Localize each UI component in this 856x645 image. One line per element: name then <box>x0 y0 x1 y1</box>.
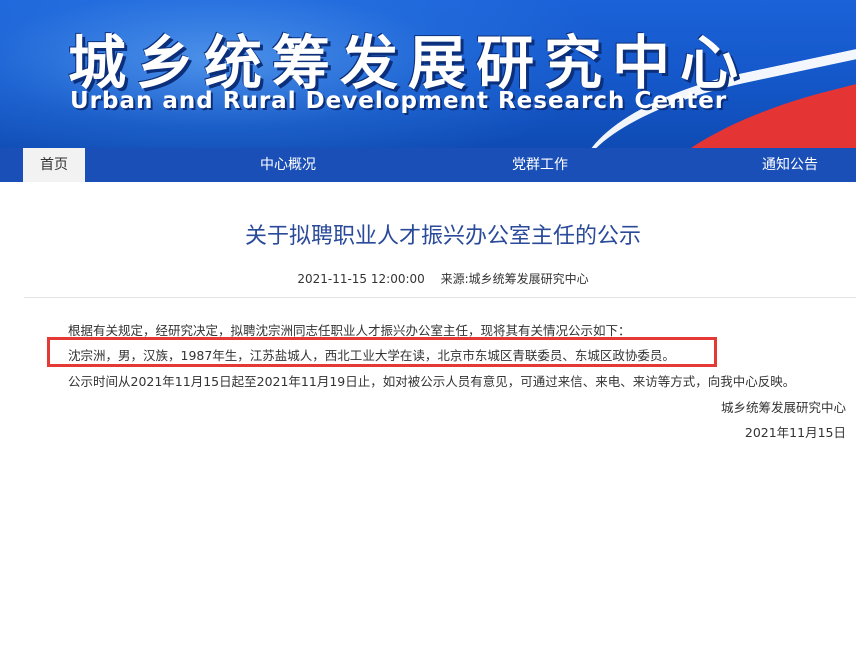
main-nav: 首页 中心概况 党群工作 通知公告 <box>0 148 856 182</box>
header-banner: 城乡统筹发展研究中心 Urban and Rural Development R… <box>0 0 856 148</box>
nav-item-about[interactable]: 中心概况 <box>238 148 338 182</box>
nav-item-notices[interactable]: 通知公告 <box>740 148 840 182</box>
sign-date: 2021年11月15日 <box>744 425 846 440</box>
article-meta: 2021-11-15 12:00:00 来源:城乡统筹发展研究中心 <box>0 270 856 287</box>
nav-item-home[interactable]: 首页 <box>23 148 85 182</box>
paragraph-person-info: 沈宗洲，男，汉族，1987年生，江苏盐城人，西北工业大学在读，北京市东城区青联委… <box>68 348 675 363</box>
paragraph-period: 公示时间从2021年11月15日起至2021年11月19日止，如对被公示人员有意… <box>68 374 796 389</box>
signature: 城乡统筹发展研究中心 <box>720 400 846 415</box>
article-date: 2021-11-15 12:00:00 <box>297 272 425 286</box>
site-title-en: Urban and Rural Development Research Cen… <box>70 88 728 114</box>
divider <box>24 297 856 298</box>
article-title: 关于拟聘职业人才振兴办公室主任的公示 <box>244 224 641 249</box>
article-source: 来源:城乡统筹发展研究中心 <box>440 272 589 286</box>
nav-item-party[interactable]: 党群工作 <box>490 148 590 182</box>
